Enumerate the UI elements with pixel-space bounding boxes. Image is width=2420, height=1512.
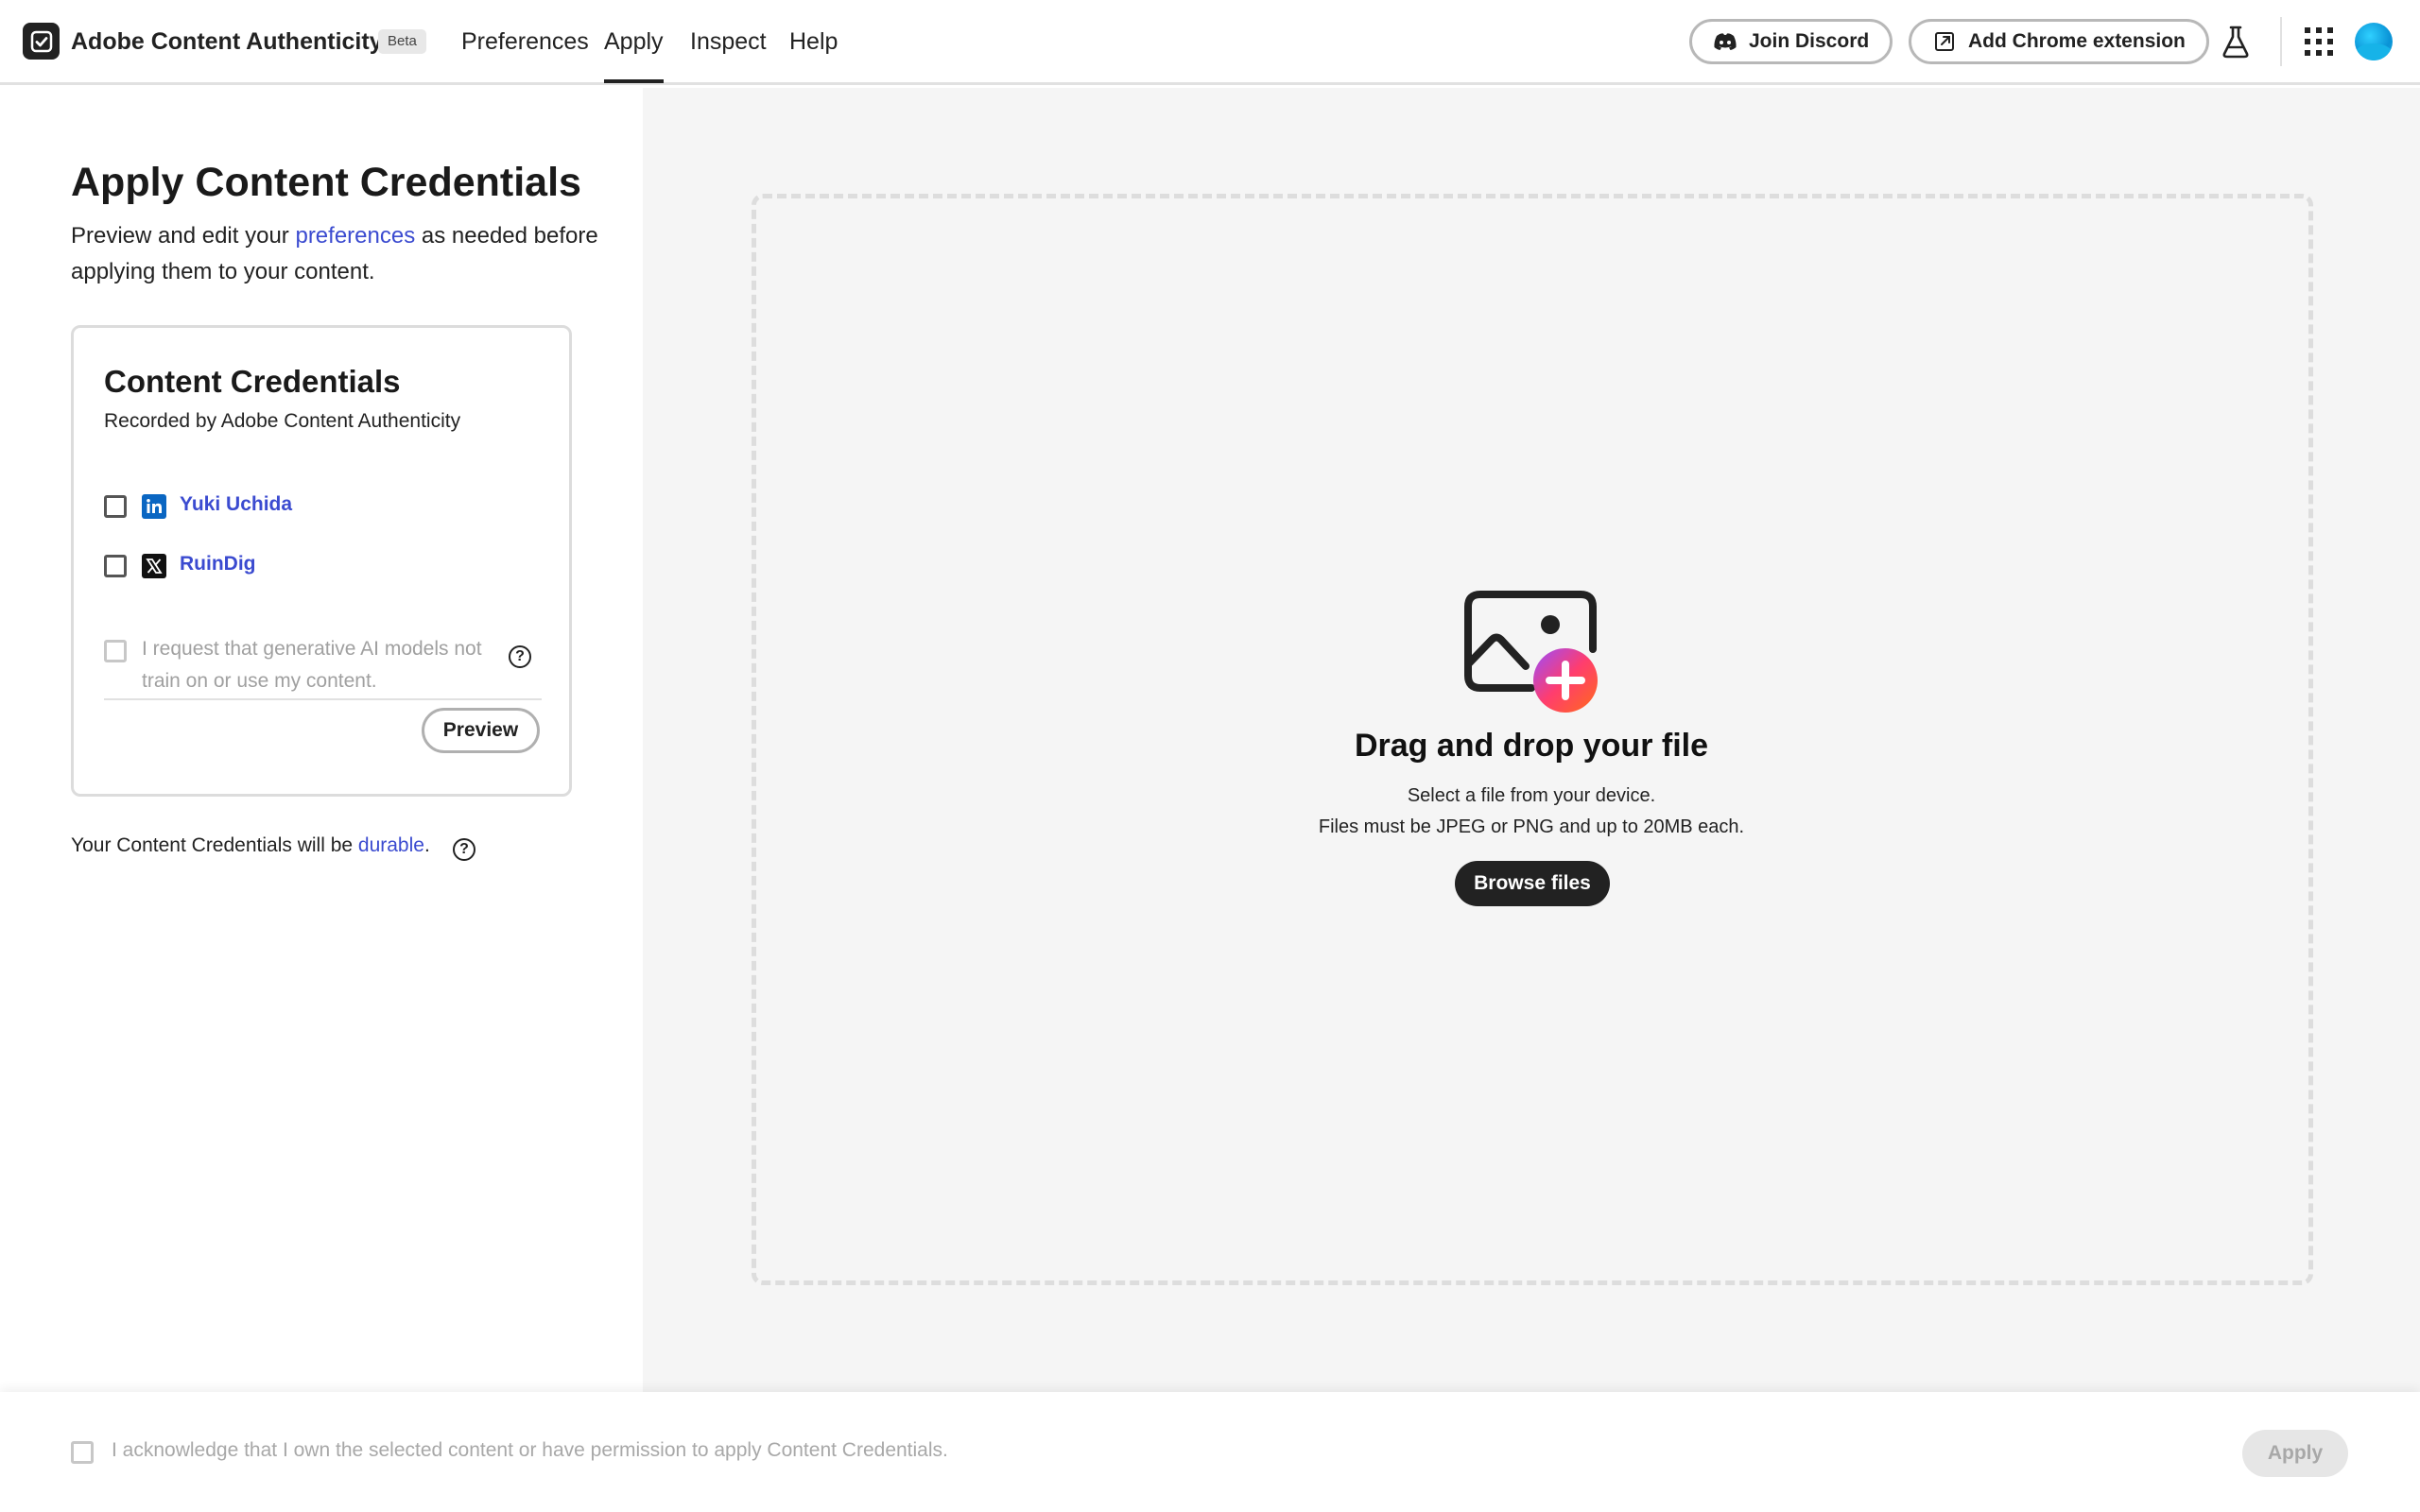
preferences-link[interactable]: preferences xyxy=(295,223,415,249)
intro-text: Preview and edit your preferences as nee… xyxy=(71,218,600,290)
join-discord-label: Join Discord xyxy=(1749,30,1870,52)
external-link-icon xyxy=(1932,29,1957,54)
card-subtitle: Recorded by Adobe Content Authenticity xyxy=(104,410,461,432)
card-divider xyxy=(104,698,542,700)
ai-opt-out-text: I request that generative AI models not … xyxy=(142,638,482,692)
drop-title: Drag and drop your file xyxy=(1354,728,1709,764)
content-credentials-card: Content Credentials Recorded by Adobe Co… xyxy=(71,325,572,797)
top-header: Adobe Content Authenticity Beta Preferen… xyxy=(0,0,2420,85)
avatar[interactable] xyxy=(2355,23,2393,60)
app-title: Adobe Content Authenticity xyxy=(71,28,383,55)
x-account-name[interactable]: RuinDig xyxy=(180,553,255,576)
ai-opt-out-help-icon[interactable]: ? xyxy=(509,645,531,668)
linkedin-account-checkbox[interactable] xyxy=(104,495,127,518)
apply-button[interactable]: Apply xyxy=(2242,1430,2348,1477)
durable-text: Your Content Credentials will be durable… xyxy=(71,834,430,857)
discord-icon xyxy=(1713,29,1737,54)
linkedin-icon xyxy=(142,494,166,519)
footer-bar: I acknowledge that I own the selected co… xyxy=(0,1392,2420,1512)
linkedin-account-name[interactable]: Yuki Uchida xyxy=(180,493,292,516)
add-image-icon xyxy=(1463,591,1601,713)
beta-badge: Beta xyxy=(378,29,426,54)
durable-link[interactable]: durable xyxy=(358,834,424,856)
durable-prefix: Your Content Credentials will be xyxy=(71,834,358,856)
apps-grid-icon[interactable] xyxy=(2305,27,2333,56)
page-title: Apply Content Credentials xyxy=(71,160,581,205)
browse-files-button[interactable]: Browse files xyxy=(1455,861,1610,906)
acknowledge-checkbox[interactable] xyxy=(71,1441,94,1464)
header-divider xyxy=(2280,17,2282,66)
x-icon xyxy=(142,554,166,578)
add-chrome-extension-button[interactable]: Add Chrome extension xyxy=(1909,19,2209,64)
join-discord-button[interactable]: Join Discord xyxy=(1689,19,1893,64)
card-title: Content Credentials xyxy=(104,364,401,399)
durable-help-icon[interactable]: ? xyxy=(453,838,475,861)
preview-button[interactable]: Preview xyxy=(422,708,540,753)
durable-suffix: . xyxy=(424,834,430,856)
nav-inspect[interactable]: Inspect xyxy=(690,25,767,59)
drop-file-requirements: Files must be JPEG or PNG and up to 20MB… xyxy=(1318,816,1745,837)
ai-opt-out-checkbox[interactable] xyxy=(104,640,127,662)
flask-icon[interactable] xyxy=(2220,25,2252,59)
app-logo-icon[interactable] xyxy=(23,23,60,60)
intro-prefix: Preview and edit your xyxy=(71,223,296,249)
left-panel: Apply Content Credentials Preview and ed… xyxy=(0,88,643,1392)
acknowledge-text: I acknowledge that I own the selected co… xyxy=(112,1439,948,1461)
nav-preferences[interactable]: Preferences xyxy=(461,25,589,59)
add-chrome-extension-label: Add Chrome extension xyxy=(1968,30,2186,52)
x-account-checkbox[interactable] xyxy=(104,555,127,577)
nav-apply[interactable]: Apply xyxy=(604,25,664,83)
nav-help[interactable]: Help xyxy=(789,25,838,59)
drop-instructions: Select a file from your device. xyxy=(1407,785,1656,806)
